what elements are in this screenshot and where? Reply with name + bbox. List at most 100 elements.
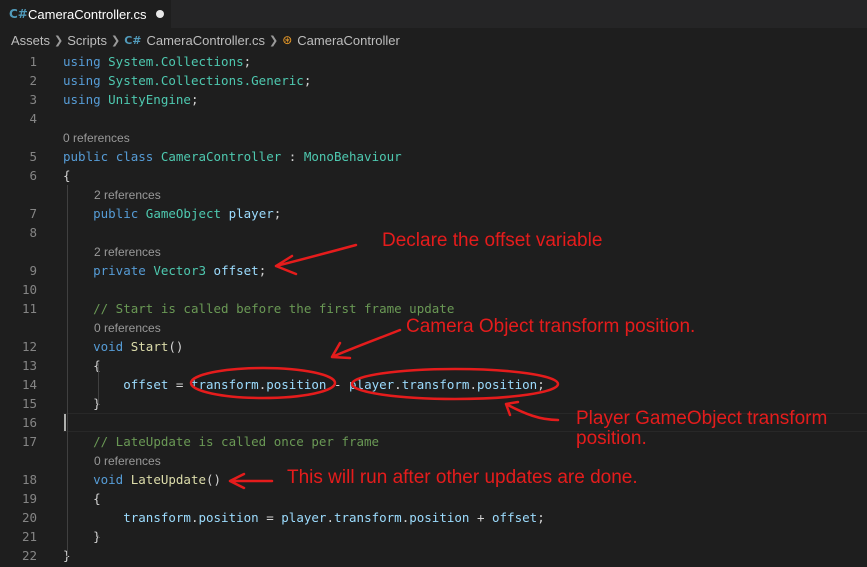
codelens-references[interactable]: 2 references [94, 188, 161, 202]
code-token: using [63, 54, 109, 69]
code-token: position [198, 510, 259, 525]
tab-camera-controller[interactable]: C# CameraController.cs [0, 0, 171, 28]
code-token: class [115, 149, 161, 164]
code-token: transform [123, 510, 191, 525]
breadcrumb-item-class[interactable]: CameraController [297, 33, 400, 48]
code-token: = [258, 510, 282, 525]
breadcrumb-item-assets[interactable]: Assets [11, 33, 50, 48]
code-token: void [93, 472, 131, 487]
line-number: 19 [21, 491, 37, 506]
code-line[interactable]: 1 using System.Collections; [0, 52, 867, 71]
code-token: ; [190, 92, 199, 107]
line-number: 21 [21, 529, 37, 544]
code-line[interactable]: 9 private Vector3 offset; [0, 261, 867, 280]
code-token: ; [303, 73, 312, 88]
code-text: { [63, 166, 71, 185]
code-token: public [93, 206, 146, 221]
line-number: 14 [21, 377, 37, 392]
code-token: ; [537, 377, 545, 392]
line-number: 18 [21, 472, 37, 487]
code-line[interactable]: 19 { [0, 489, 867, 508]
code-text: { [63, 356, 101, 375]
code-line[interactable]: 2 using System.Collections.Generic; [0, 71, 867, 90]
code-token: // Start is called before the first fram… [93, 301, 455, 316]
code-text: // LateUpdate is called once per frame [63, 432, 379, 451]
code-token: . [469, 377, 477, 392]
code-line[interactable]: 17 // LateUpdate is called once per fram… [0, 432, 867, 451]
line-number: 10 [21, 282, 37, 297]
code-token: transform [333, 510, 402, 525]
code-line[interactable]: 3 using UnityEngine; [0, 90, 867, 109]
line-number: 5 [29, 149, 37, 164]
code-token: CameraController [160, 149, 282, 164]
code-text: { [63, 489, 101, 508]
code-line[interactable]: 20 transform.position = player.transform… [0, 508, 867, 527]
code-text: offset = transform.position - player.tra… [63, 375, 545, 394]
chevron-right-icon: ❯ [54, 33, 64, 47]
code-token: UnityEngine [108, 92, 191, 107]
code-line[interactable]: 10 [0, 280, 867, 299]
breadcrumb: Assets ❯ Scripts ❯ C# CameraController.c… [0, 28, 867, 52]
codelens-references[interactable]: 0 references [63, 131, 130, 145]
code-token: Vector3 [153, 263, 214, 278]
code-token: LateUpdate [130, 472, 207, 487]
code-token: using [63, 73, 109, 88]
class-symbol-icon: ⊛ [282, 33, 293, 47]
annotation-camera: Camera Object transform position. [406, 316, 696, 337]
code-token: MonoBehaviour [303, 149, 402, 164]
chevron-right-icon: ❯ [268, 33, 279, 47]
code-line[interactable]: 5 public class CameraController : MonoBeh… [0, 147, 867, 166]
breadcrumb-item-scripts[interactable]: Scripts [67, 33, 107, 48]
code-text: using System.Collections; [63, 52, 251, 71]
code-token: transform [190, 377, 259, 392]
code-token: position [409, 510, 470, 525]
code-text: transform.position = player.transform.po… [63, 508, 545, 527]
code-line[interactable]: 14 offset = transform.position - player.… [0, 375, 867, 394]
line-number: 6 [29, 168, 37, 183]
code-text: public GameObject player; [63, 204, 281, 223]
code-line[interactable]: 21 } [0, 527, 867, 546]
tab-title: CameraController.cs [28, 6, 147, 22]
code-token: { [63, 168, 71, 183]
code-token: player [228, 206, 274, 221]
unsaved-dot-icon[interactable] [155, 10, 164, 18]
code-token: + [469, 510, 493, 525]
line-number: 13 [21, 358, 37, 373]
codelens-references[interactable]: 2 references [94, 245, 161, 259]
code-editor[interactable]: 1 using System.Collections; 2 using System.… [0, 52, 867, 567]
indent-guide [98, 535, 99, 538]
line-number: 12 [21, 339, 37, 354]
chevron-right-icon: ❯ [110, 33, 121, 47]
line-number: 17 [21, 434, 37, 449]
line-number: 7 [29, 206, 37, 221]
code-token: offset [123, 377, 169, 392]
csharp-file-icon: C# [124, 33, 142, 47]
line-number: 3 [29, 92, 37, 107]
code-text: private Vector3 offset; [63, 261, 266, 280]
tab-bar: C# CameraController.cs [0, 0, 867, 28]
code-line[interactable]: 13 { [0, 356, 867, 375]
line-number: 11 [21, 301, 37, 316]
code-line[interactable]: 22} [0, 546, 867, 565]
line-number: 2 [29, 73, 37, 88]
code-token: ; [537, 510, 545, 525]
codelens-references[interactable]: 0 references [94, 454, 161, 468]
code-token: . [394, 377, 402, 392]
line-number: 4 [29, 111, 37, 126]
code-token: { [63, 358, 101, 373]
indent-guide [98, 363, 99, 405]
code-line[interactable]: 7 public GameObject player; [0, 204, 867, 223]
code-line[interactable]: 12 void Start() [0, 337, 867, 356]
line-number: 1 [29, 54, 37, 69]
code-text: // Start is called before the first fram… [63, 299, 454, 318]
code-token: () [168, 339, 184, 354]
code-token: offset [213, 263, 259, 278]
code-text: using System.Collections.Generic; [63, 71, 311, 90]
codelens-references[interactable]: 0 references [94, 321, 161, 335]
indent-guide [67, 185, 68, 557]
code-line[interactable]: 4 [0, 109, 867, 128]
code-token: offset [492, 510, 538, 525]
code-line[interactable]: 6{ [0, 166, 867, 185]
breadcrumb-item-file[interactable]: CameraController.cs [146, 33, 265, 48]
